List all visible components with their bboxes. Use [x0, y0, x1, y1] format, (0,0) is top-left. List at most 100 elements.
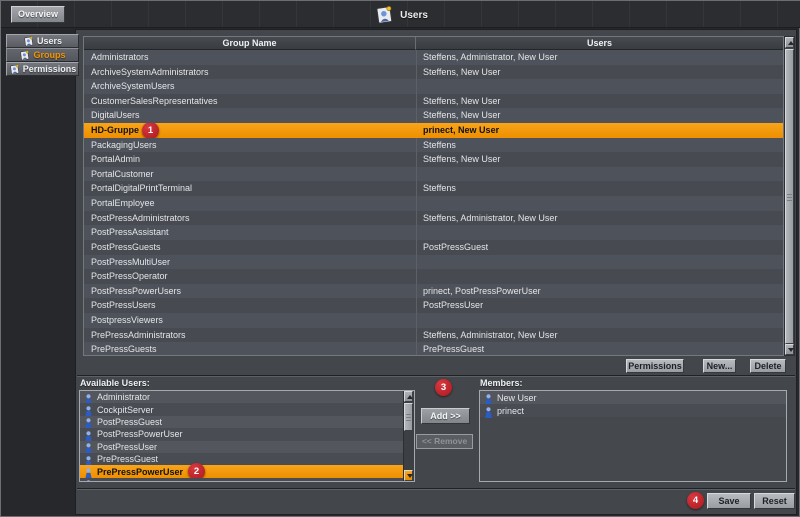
scroll-down-button[interactable]	[785, 344, 794, 355]
annotation-badge-4: 4	[687, 492, 704, 509]
save-button[interactable]: Save	[707, 493, 751, 509]
table-row[interactable]: PostPressOperator	[84, 269, 783, 284]
group-name-cell: PostPressGuests	[91, 242, 161, 252]
group-name-cell: Administrators	[91, 52, 149, 62]
member-item[interactable]: New User	[480, 391, 786, 404]
groups-table: Group Name Users Administrators Steffens…	[83, 36, 784, 356]
user-card-icon	[23, 36, 34, 47]
column-header-users[interactable]: Users	[416, 37, 783, 50]
sidebar-item[interactable]: Groups	[6, 48, 79, 62]
table-row[interactable]: CustomerSalesRepresentatives Steffens, N…	[84, 94, 783, 109]
table-row[interactable]: ArchiveSystemUsers	[84, 79, 783, 94]
table-row[interactable]: DigitalUsers Steffens, New User	[84, 108, 783, 123]
table-row[interactable]: PortalAdmin Steffens, New User	[84, 152, 783, 167]
reset-button[interactable]: Reset	[754, 493, 795, 509]
scroll-up-button[interactable]	[785, 37, 794, 48]
available-user-item[interactable]: Administrator	[80, 391, 403, 403]
title-bar: Overview Users	[1, 1, 800, 28]
available-user-item[interactable]: PostPressGuest	[80, 416, 403, 428]
table-row[interactable]: PostpressViewers	[84, 313, 783, 328]
available-list-scrollbar[interactable]	[403, 391, 414, 481]
group-name-cell: DigitalUsers	[91, 110, 140, 120]
group-users-cell: Steffens, New User	[416, 94, 783, 109]
group-name-cell: PortalAdmin	[91, 154, 140, 164]
permissions-button[interactable]: Permissions	[626, 359, 684, 373]
table-row[interactable]: PackagingUsers Steffens	[84, 138, 783, 153]
annotation-badge-3: 3	[435, 379, 452, 396]
table-row[interactable]: PostPressUsers PostPressUser	[84, 298, 783, 313]
person-icon	[84, 392, 93, 403]
annotation-badge-1: 1	[142, 123, 159, 138]
table-scrollbar[interactable]	[784, 36, 795, 356]
sidebar: Users Groups Permissions	[6, 34, 79, 76]
group-users-cell	[416, 79, 783, 94]
group-users-cell	[416, 167, 783, 182]
members-list[interactable]: New User prinect	[479, 390, 787, 482]
table-row[interactable]: HD-Gruppe 1 prinect, New User	[84, 123, 783, 138]
group-name-cell: ArchiveSystemAdministrators	[91, 67, 209, 77]
group-name-cell: PostPressOperator	[91, 271, 168, 281]
group-users-cell	[416, 269, 783, 284]
members-label: Members:	[480, 378, 523, 388]
group-users-cell: Steffens	[416, 181, 783, 196]
table-row[interactable]: Administrators Steffens, Administrator, …	[84, 50, 783, 65]
group-name-cell: HD-Gruppe	[91, 125, 139, 135]
table-row[interactable]: PostPressAdministrators Steffens, Admini…	[84, 211, 783, 226]
table-row[interactable]: PortalDigitalPrintTerminal Steffens	[84, 181, 783, 196]
group-users-cell: Steffens, Administrator, New User	[416, 50, 783, 65]
group-users-cell: Steffens, New User	[416, 108, 783, 123]
group-users-cell	[416, 196, 783, 211]
column-header-group-name[interactable]: Group Name	[84, 37, 416, 50]
person-icon	[84, 416, 93, 427]
scroll-up-button[interactable]	[404, 391, 413, 402]
person-icon	[84, 404, 93, 415]
person-icon	[484, 405, 493, 416]
users-card-icon	[374, 5, 394, 25]
available-user-item[interactable]: PrePressPowerUser 2	[80, 465, 403, 477]
group-users-cell: Steffens, New User	[416, 65, 783, 80]
table-row[interactable]: PostPressGuests PostPressGuest	[84, 240, 783, 255]
separator	[77, 375, 795, 377]
available-user-item[interactable]	[80, 478, 403, 482]
delete-button[interactable]: Delete	[750, 359, 786, 373]
group-users-cell: PrePressGuest	[416, 342, 783, 356]
table-row[interactable]: PostPressPowerUsers prinect, PostPressPo…	[84, 284, 783, 299]
remove-button[interactable]: << Remove	[416, 434, 473, 449]
table-row[interactable]: PortalCustomer	[84, 167, 783, 182]
table-row[interactable]: PrePressGuests PrePressGuest	[84, 342, 783, 356]
table-row[interactable]: PrePressAdministrators Steffens, Adminis…	[84, 328, 783, 343]
sidebar-item[interactable]: Permissions	[6, 62, 79, 76]
group-users-cell: PostPressGuest	[416, 240, 783, 255]
group-users-cell: PostPressUser	[416, 298, 783, 313]
user-card-icon	[9, 64, 20, 75]
table-row[interactable]: PostPressAssistant	[84, 225, 783, 240]
group-name-cell: CustomerSalesRepresentatives	[91, 96, 218, 106]
group-name-cell: PostPressMultiUser	[91, 257, 170, 267]
sidebar-item[interactable]: Users	[6, 34, 79, 48]
scrollbar-thumb[interactable]	[404, 403, 413, 431]
table-row[interactable]: ArchiveSystemAdministrators Steffens, Ne…	[84, 65, 783, 80]
sidebar-item-label: Permissions	[23, 64, 77, 74]
table-row[interactable]: PostPressMultiUser	[84, 255, 783, 270]
group-name-cell: PortalDigitalPrintTerminal	[91, 183, 192, 193]
group-name-cell: PostPressPowerUsers	[91, 286, 181, 296]
add-button[interactable]: Add >>	[421, 408, 470, 424]
available-user-item[interactable]: PrePressGuest	[80, 453, 403, 465]
group-name-cell: PrePressGuests	[91, 344, 157, 354]
group-users-cell: Steffens, New User	[416, 152, 783, 167]
available-users-list[interactable]: Administrator CockpitServer PostPressGue…	[79, 390, 415, 482]
person-icon	[84, 441, 93, 452]
available-user-item[interactable]: CockpitServer	[80, 403, 403, 415]
available-user-item[interactable]: PostPressPowerUser	[80, 428, 403, 440]
new-button[interactable]: New...	[703, 359, 736, 373]
available-user-item[interactable]: PostPressUser	[80, 441, 403, 453]
scrollbar-thumb[interactable]	[785, 49, 794, 344]
group-users-cell: Steffens, Administrator, New User	[416, 211, 783, 226]
group-users-cell: prinect, New User	[416, 123, 783, 138]
group-name-cell: PostPressAdministrators	[91, 213, 190, 223]
sidebar-item-label: Users	[37, 36, 62, 46]
table-row[interactable]: PortalEmployee	[84, 196, 783, 211]
scroll-down-button[interactable]	[404, 470, 413, 481]
group-users-cell	[416, 225, 783, 240]
member-item[interactable]: prinect	[480, 404, 786, 417]
